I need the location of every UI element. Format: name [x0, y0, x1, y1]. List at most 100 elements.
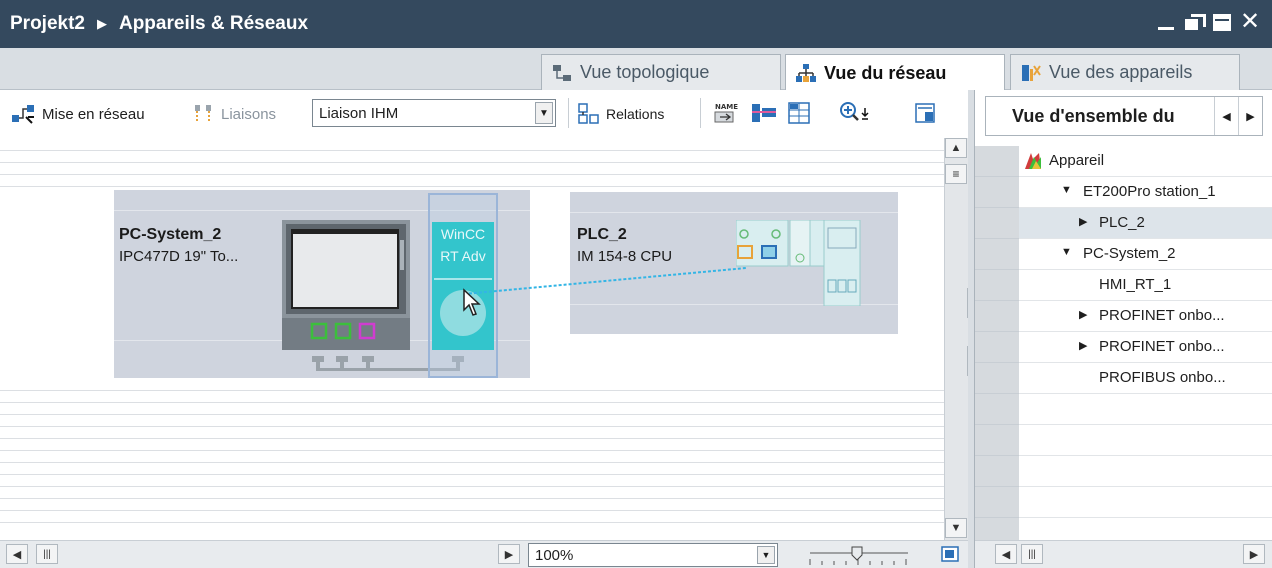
collapsed-caret-icon[interactable]: ▶ — [1079, 339, 1087, 352]
wincc-label-line1: WinCC — [440, 226, 486, 242]
grid-line — [0, 498, 944, 499]
tree-label: PC-System_2 — [1083, 245, 1176, 262]
tree-gutter — [975, 487, 1019, 518]
overview-panel: Vue d'ensemble du ◀ ▶ Appareil ▼ ET200Pr… — [974, 90, 1272, 568]
expanded-caret-icon[interactable]: ▼ — [1061, 246, 1072, 258]
tree-label: PROFINET onbo... — [1099, 338, 1225, 355]
mouse-cursor-icon — [462, 288, 486, 318]
tree-label: ET200Pro station_1 — [1083, 183, 1216, 200]
properties-panel-icon[interactable] — [912, 100, 938, 126]
zoom-in-icon[interactable] — [838, 100, 872, 126]
grid-line — [0, 474, 944, 475]
tab-device-view-label: Vue des appareils — [1049, 62, 1193, 82]
tree-label: PLC_2 — [1099, 214, 1145, 231]
zoom-slider[interactable] — [804, 545, 914, 567]
zoom-value: 100% — [535, 546, 574, 564]
expanded-caret-icon[interactable]: ▼ — [1061, 184, 1072, 196]
connections-icon — [195, 105, 211, 121]
scroll-up-icon[interactable]: ▲ — [945, 138, 967, 158]
network-button-label: Mise en réseau — [42, 105, 145, 123]
tab-prev-icon[interactable]: ◀ — [1214, 97, 1238, 135]
tab-topology-view[interactable]: Vue topologique — [541, 54, 781, 90]
tree-label: HMI_RT_1 — [1099, 276, 1172, 293]
tree-gutter — [975, 394, 1019, 425]
zoom-select[interactable]: 100% ▼ — [528, 543, 778, 567]
close-icon[interactable]: ✕ — [1238, 10, 1262, 35]
connections-button[interactable]: Liaisons — [193, 100, 276, 128]
grid-line — [0, 162, 944, 163]
tree-gutter — [975, 270, 1019, 301]
title-bar: Projekt2 ▶ Appareils & Réseaux ✕ — [0, 0, 1272, 48]
tree-gutter — [975, 301, 1019, 332]
ipc-panel-graphic — [282, 220, 410, 350]
show-address-icon[interactable] — [750, 100, 778, 126]
tab-network-label: Vue du réseau — [824, 62, 947, 83]
breadcrumb-project[interactable]: Projekt2 — [10, 13, 85, 35]
grid-line — [0, 186, 944, 187]
tree-row[interactable]: ▼ ET200Pro station_1 — [975, 177, 1272, 208]
minimize-icon[interactable] — [1154, 11, 1178, 35]
tab-device-view[interactable]: Vue des appareils — [1010, 54, 1240, 90]
tab-overview[interactable]: Vue d'ensemble du ◀ ▶ — [985, 96, 1263, 136]
device-header-line — [570, 212, 898, 213]
device-view-icon — [1021, 63, 1041, 83]
h-scroll-thumb-icon[interactable]: ||| — [1021, 544, 1043, 564]
tree-header: Appareil — [975, 146, 1272, 177]
device-name-icon[interactable]: NAME — [712, 100, 738, 126]
breadcrumb-section: Appareils & Réseaux — [118, 13, 309, 34]
tree-row[interactable]: HMI_RT_1 — [975, 270, 1272, 301]
tree-gutter — [975, 425, 1019, 456]
chevron-down-icon[interactable]: ▼ — [535, 102, 553, 124]
device-name-plc: PLC_2 — [577, 226, 627, 243]
scroll-right-icon[interactable]: ▶ — [1243, 544, 1265, 564]
zoom-chevron-down-icon[interactable]: ▼ — [757, 546, 775, 564]
show-table-icon[interactable] — [786, 100, 812, 126]
connection-type-select[interactable]: Liaison IHM ▼ — [312, 99, 556, 127]
tree-empty-row — [975, 456, 1272, 487]
overview-tab-label: Vue d'ensemble du — [1012, 105, 1175, 126]
tree-row[interactable]: ▼ PC-System_2 — [975, 239, 1272, 270]
tree-gutter — [975, 177, 1019, 208]
overview-navigation-icon[interactable] — [940, 545, 960, 565]
tree-cell: ▶ PROFINET onbo... — [1019, 332, 1272, 363]
tree-gutter — [975, 332, 1019, 363]
tree-cell: ▼ PC-System_2 — [1019, 239, 1272, 270]
collapsed-caret-icon[interactable]: ▶ — [1079, 215, 1087, 228]
tree-cell: ▶ PROFINET onbo... — [1019, 301, 1272, 332]
network-canvas[interactable]: PC-System_2 IPC477D 19" To... WinCC RT A… — [0, 138, 944, 540]
relations-button[interactable]: Relations — [578, 100, 664, 128]
tree-row[interactable]: PROFIBUS onbo... — [975, 363, 1272, 394]
canvas-bottom-bar: ◀ ||| ▶ 100% ▼ — [0, 540, 968, 568]
maximize-icon[interactable] — [1210, 11, 1234, 35]
tab-network-view[interactable]: Vue du réseau — [785, 54, 1005, 91]
tree-row[interactable]: ▶ PROFINET onbo... — [975, 301, 1272, 332]
connection-type-value: Liaison IHM — [319, 104, 399, 122]
grid-line — [0, 402, 944, 403]
tree-row[interactable]: ▶ PROFINET onbo... — [975, 332, 1272, 363]
h-scroll-thumb-icon[interactable]: ||| — [36, 544, 58, 564]
scroll-right-icon[interactable]: ▶ — [498, 544, 520, 564]
device-type-pc-system: IPC477D 19" To... — [119, 248, 239, 265]
tree-row[interactable]: ▶ PLC_2 — [975, 208, 1272, 239]
scroll-down-icon[interactable]: ▼ — [945, 518, 967, 538]
collapsed-caret-icon[interactable]: ▶ — [1079, 308, 1087, 321]
grid-line — [0, 390, 944, 391]
tree-header-cell[interactable]: Appareil — [1019, 146, 1272, 177]
network-icon — [796, 63, 816, 83]
grid-line — [0, 414, 944, 415]
tree-cell — [1019, 425, 1272, 456]
tree-cell: PROFIBUS onbo... — [1019, 363, 1272, 394]
scroll-thumb-icon[interactable]: ≡ — [945, 164, 967, 184]
network-button[interactable]: Mise en réseau — [12, 100, 145, 128]
scroll-left-icon[interactable]: ◀ — [6, 544, 28, 564]
hmi-connection-line[interactable] — [458, 266, 748, 298]
tree-empty-row — [975, 487, 1272, 518]
tree-cell: HMI_RT_1 — [1019, 270, 1272, 301]
tree-empty-row — [975, 394, 1272, 425]
grid-line — [0, 462, 944, 463]
network-connect-icon — [12, 105, 34, 124]
tab-next-icon[interactable]: ▶ — [1238, 97, 1262, 135]
float-window-icon[interactable] — [1182, 11, 1206, 35]
scroll-left-icon[interactable]: ◀ — [995, 544, 1017, 564]
canvas-vertical-scrollbar[interactable]: ▲ ≡ ▼ — [944, 138, 971, 540]
